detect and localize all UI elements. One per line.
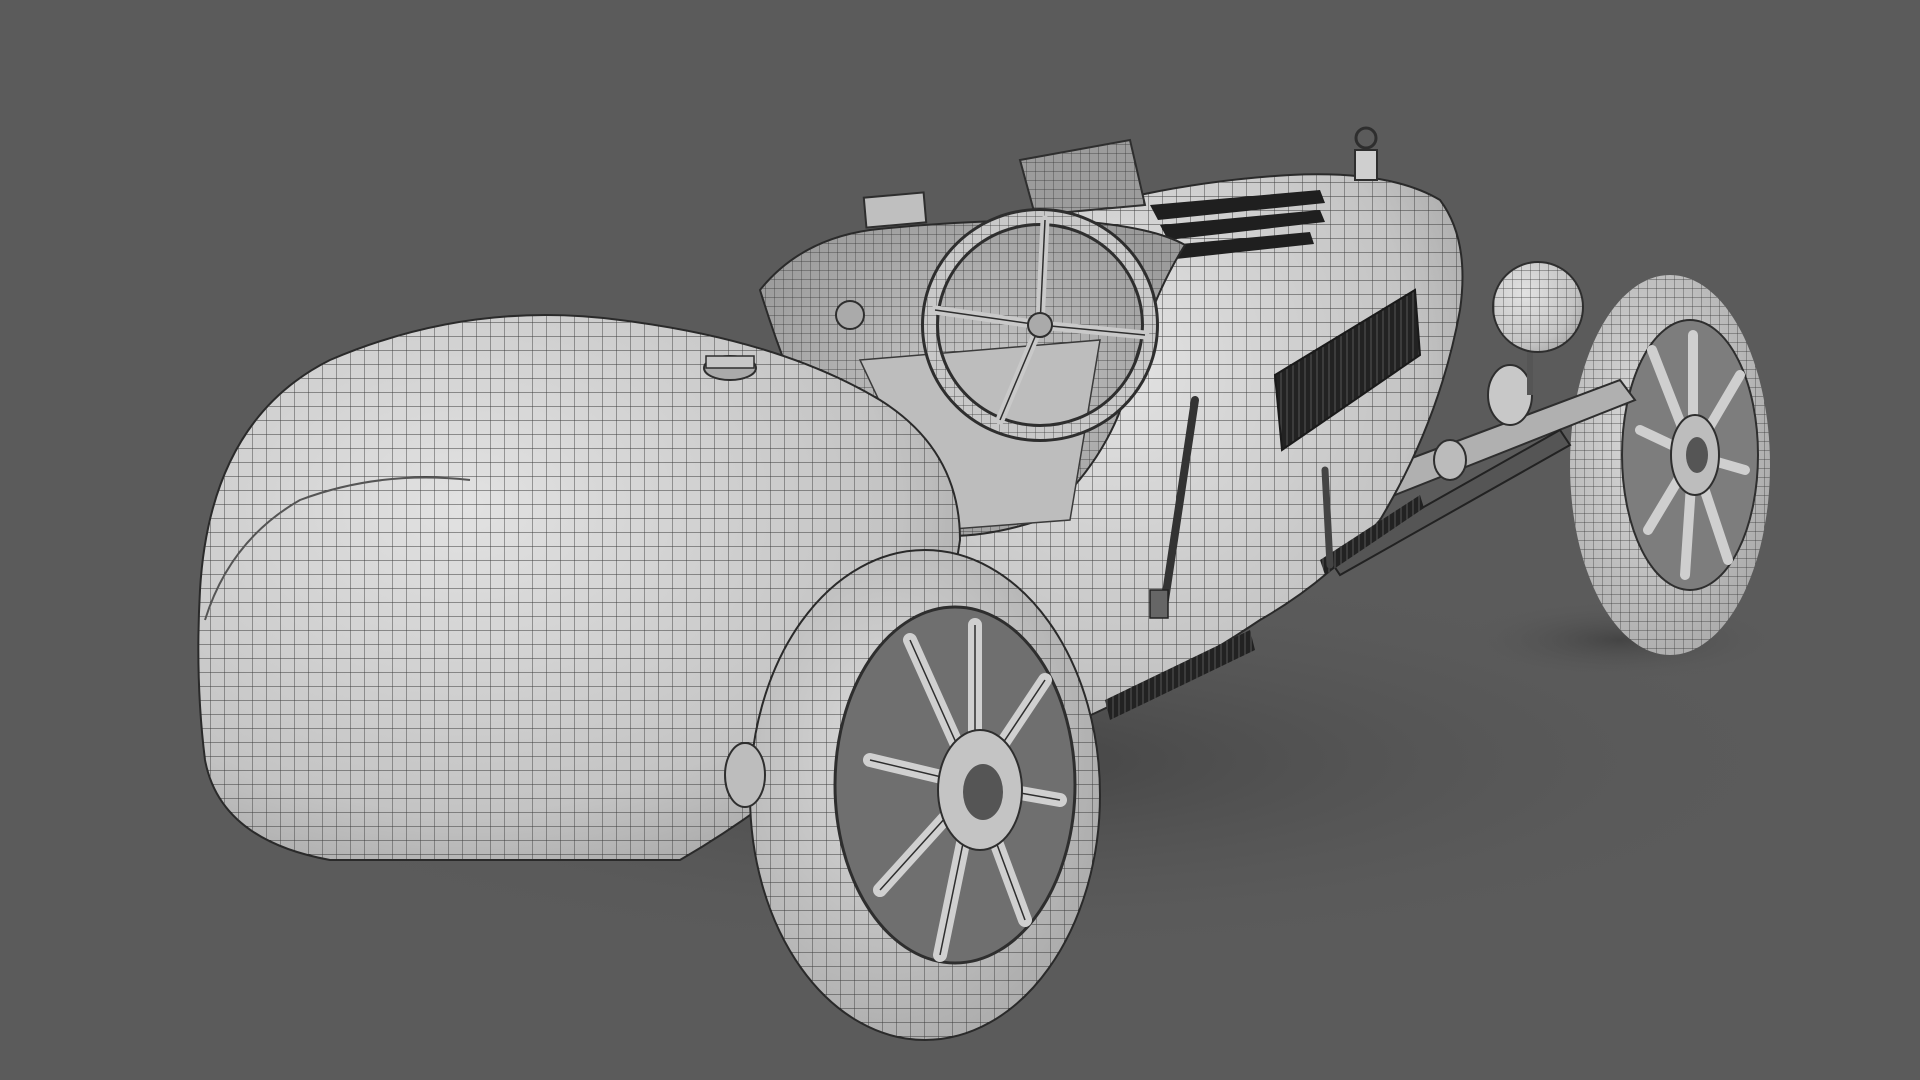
fuel-cap (703, 355, 757, 381)
gear-lever (1321, 466, 1334, 569)
side-mirror (862, 191, 928, 229)
front-right-wheel (1570, 275, 1770, 655)
render-viewport (0, 0, 1920, 1080)
rear-left-wheel (749, 549, 1101, 1041)
brake-drum (724, 742, 766, 808)
dash-gauge (835, 300, 865, 330)
